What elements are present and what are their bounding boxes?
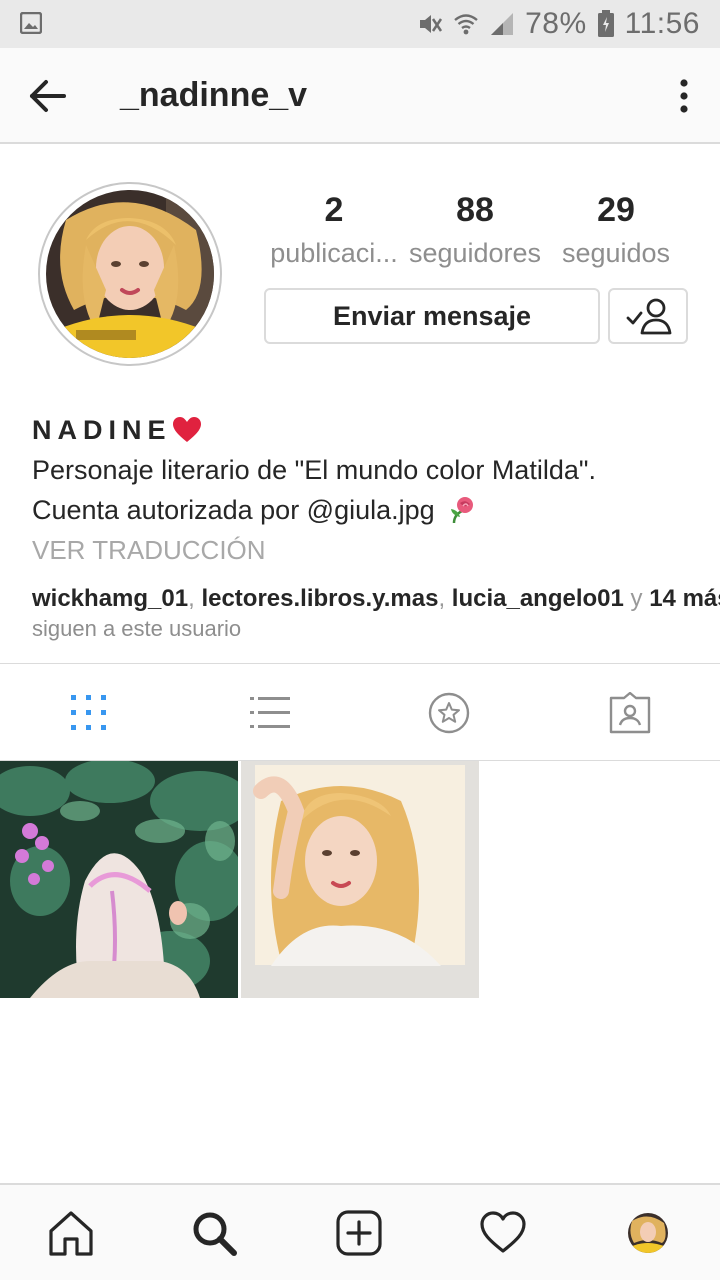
heart-icon[interactable] (479, 1209, 527, 1257)
stat-followers-label: seguidores (408, 238, 542, 268)
stat-following[interactable]: 29 seguidos (546, 190, 686, 276)
profile-avatar-nav[interactable] (628, 1213, 668, 1253)
following-button[interactable] (608, 288, 688, 344)
battery-percent: 78% (525, 7, 587, 40)
follower-user-2[interactable]: lectores.libros.y.mas (201, 585, 438, 612)
stat-followers[interactable]: 88 seguidores (405, 190, 545, 276)
rose-emoji-icon (451, 497, 474, 524)
gallery-icon (20, 12, 42, 34)
clock: 11:56 (624, 7, 700, 40)
profile-tabs (0, 663, 720, 761)
profile-full-name: NADINE (32, 410, 692, 450)
profile-avatar-ring[interactable] (38, 182, 222, 366)
stat-posts-label: publicaci... (270, 238, 398, 268)
add-icon[interactable] (335, 1209, 383, 1257)
follower-user-3[interactable]: lucia_angelo01 (452, 585, 624, 612)
profile-full-name-text: NADINE (32, 415, 172, 445)
stat-posts-value: 2 (324, 191, 344, 229)
profile-username: _nadinne_v (120, 76, 308, 114)
following-check-icon (626, 298, 672, 335)
followed-by-line[interactable]: wickhamg_01, lectores.libros.y.mas, luci… (32, 584, 720, 614)
post-thumbnail-2[interactable] (241, 761, 479, 998)
saved-star-icon[interactable] (428, 692, 470, 734)
bottom-navigation (0, 1183, 720, 1280)
profile-bio: NADINE Personaje literario de "El mundo … (32, 410, 720, 644)
follower-user-1[interactable]: wickhamg_01 (32, 585, 188, 612)
status-bar: 78% 11:56 (0, 0, 720, 48)
stat-followers-value: 88 (456, 191, 494, 229)
send-message-button[interactable]: Enviar mensaje (264, 288, 600, 344)
signal-icon (491, 13, 514, 35)
bio-line-1: Personaje literario de "El mundo color M… (32, 455, 596, 485)
bio-line-2-text: Cuenta autorizada por @giula.jpg (32, 495, 435, 525)
stat-posts[interactable]: 2 publicaci... (264, 190, 404, 276)
followed-by-suffix: siguen a este usuario (32, 616, 242, 641)
list-icon[interactable] (249, 692, 291, 734)
see-translation-link[interactable]: VER TRADUCCIÓN (32, 530, 692, 570)
battery-icon (597, 10, 614, 37)
followed-by-more[interactable]: 14 más (649, 585, 720, 612)
back-arrow-icon[interactable] (26, 74, 70, 118)
more-vertical-icon[interactable] (672, 74, 696, 118)
profile-stats: 2 publicaci... 88 seguidores 29 seguidos (262, 190, 682, 280)
heart-emoji-icon (172, 417, 201, 442)
search-icon[interactable] (190, 1209, 238, 1257)
post-thumbnail-1[interactable] (0, 761, 238, 998)
stat-following-value: 29 (597, 191, 635, 229)
mute-icon (420, 15, 443, 33)
grid-icon[interactable] (68, 692, 110, 734)
home-icon[interactable] (47, 1209, 95, 1257)
bio-line-2: Cuenta autorizada por @giula.jpg (32, 490, 692, 530)
stat-following-label: seguidos (561, 238, 671, 268)
followed-by-and: y (630, 585, 643, 612)
wifi-icon (454, 14, 478, 35)
profile-avatar[interactable] (46, 190, 214, 358)
tagged-icon[interactable] (609, 692, 651, 734)
profile-top-bar: _nadinne_v (0, 48, 720, 144)
